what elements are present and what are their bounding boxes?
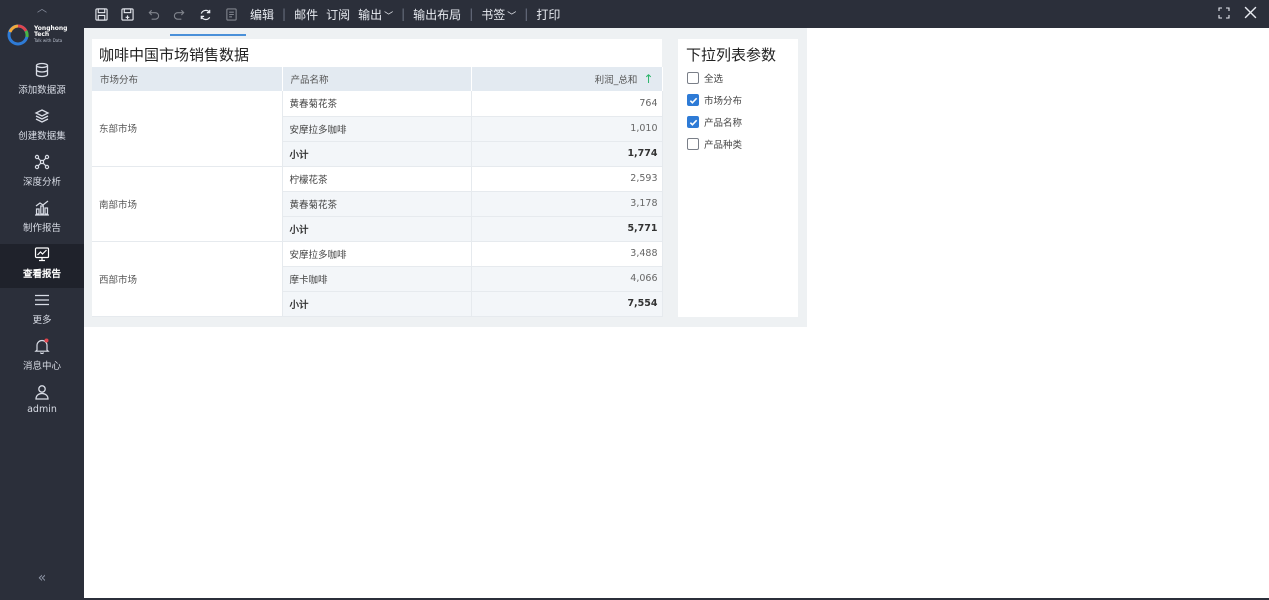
menu-icon [32, 290, 52, 310]
tab-strip [86, 28, 246, 38]
logo-tagline: Talk with Data [34, 37, 63, 43]
column-header-product[interactable]: 产品名称 [282, 67, 472, 91]
sidebar-item-label: 深度分析 [22, 177, 61, 188]
subtotal-label: 小计 [282, 141, 472, 167]
parameter-title: 下拉列表参数 [686, 46, 777, 64]
report-chart-icon [32, 198, 52, 218]
product-cell: 摩卡咖啡 [282, 266, 472, 292]
collapse-sidebar-button[interactable]: « [0, 570, 84, 586]
chevron-down-icon: ﹀ [384, 11, 394, 22]
toolbar: 编辑 | 邮件 订阅 输出 ﹀ | 输出布局 | 书签 ﹀ | 打印 [84, 0, 1269, 28]
option-select-all[interactable]: 全选 [687, 71, 723, 85]
app-root: ︿ Yonghong Tech Talk with Data 添加数据源 创建数… [0, 0, 1269, 600]
table-header-row: 市场分布 产品名称 利润_总和 ↑ [92, 67, 663, 91]
checkbox-checked[interactable] [687, 94, 699, 106]
undo-icon[interactable] [146, 7, 160, 21]
logo-mark-icon [6, 22, 30, 46]
column-header-profit[interactable]: 利润_总和 ↑ [471, 67, 663, 91]
profit-cell: 3,488 [471, 241, 663, 267]
checkbox[interactable] [687, 72, 699, 84]
bookmark-menu[interactable]: 书签 ﹀ [481, 6, 516, 23]
table-title: 咖啡中国市场销售数据 [99, 46, 250, 64]
profit-cell: 2,593 [471, 166, 663, 192]
product-cell: 黄春菊花茶 [282, 191, 472, 217]
market-cell: 南部市场 [92, 166, 283, 242]
user-icon [32, 382, 52, 402]
sidebar-item-deep-analysis[interactable]: 深度分析 [0, 152, 84, 196]
sidebar-item-label: 更多 [32, 315, 52, 326]
option-label: 产品名称 [704, 118, 743, 129]
sidebar-item-label: 添加数据源 [18, 85, 66, 96]
sidebar-item-label: 创建数据集 [18, 131, 66, 142]
sidebar-item-label: 消息中心 [22, 361, 61, 372]
option-category[interactable]: 产品种类 [687, 137, 742, 151]
sidebar-item-view-report[interactable]: 查看报告 [0, 244, 84, 288]
profit-cell: 4,066 [471, 266, 663, 292]
table-card: 咖啡中国市场销售数据 市场分布 产品名称 利润_总和 ↑ 东部市场 黄春菊花茶 7… [92, 39, 663, 317]
sidebar-item-label: admin [27, 404, 57, 415]
profit-cell: 764 [471, 91, 663, 117]
close-icon[interactable] [1244, 6, 1257, 22]
database-icon [32, 60, 52, 80]
save-as-icon[interactable] [120, 7, 134, 21]
subtotal-value: 7,554 [471, 291, 663, 317]
layers-icon [32, 106, 52, 126]
product-cell: 黄春菊花茶 [282, 91, 472, 117]
subscribe-button[interactable]: 订阅 [326, 6, 350, 23]
mail-button[interactable]: 邮件 [294, 6, 318, 23]
table-row: 东部市场 黄春菊花茶 764 [92, 91, 663, 167]
monitor-chart-icon [32, 244, 52, 264]
sales-table: 市场分布 产品名称 利润_总和 ↑ 东部市场 黄春菊花茶 764 安摩拉多咖啡 1… [92, 67, 663, 317]
subtotal-value: 1,774 [471, 141, 663, 167]
export-layout-button[interactable]: 输出布局 [413, 6, 461, 23]
fullscreen-icon[interactable] [1218, 6, 1230, 22]
option-product[interactable]: 产品名称 [687, 115, 742, 129]
product-cell: 柠檬花茶 [282, 166, 472, 192]
sidebar-item-make-report[interactable]: 制作报告 [0, 198, 84, 242]
chevron-up-icon[interactable]: ︿ [0, 0, 84, 15]
parameter-card: 下拉列表参数 全选 市场分布 产品名称 产品种类 [678, 39, 798, 317]
profit-cell: 3,178 [471, 191, 663, 217]
print-button[interactable]: 打印 [536, 6, 560, 23]
sidebar-item-more[interactable]: 更多 [0, 290, 84, 334]
save-icon[interactable] [94, 7, 108, 21]
edit-button[interactable]: 编辑 [250, 6, 274, 23]
sidebar-item-admin[interactable]: admin [0, 382, 84, 426]
sidebar-item-messages[interactable]: 消息中心 [0, 336, 84, 380]
product-cell: 安摩拉多咖啡 [282, 116, 472, 142]
sidebar-item-label: 查看报告 [22, 269, 61, 280]
checkbox-checked[interactable] [687, 116, 699, 128]
logo: Yonghong Tech Talk with Data [6, 20, 78, 48]
chevron-down-icon: ﹀ [507, 11, 517, 22]
option-label: 全选 [704, 74, 724, 85]
bell-icon [32, 336, 52, 356]
sidebar-item-add-datasource[interactable]: 添加数据源 [0, 60, 84, 104]
product-cell: 安摩拉多咖啡 [282, 241, 472, 267]
column-header-market[interactable]: 市场分布 [92, 67, 283, 91]
market-cell: 东部市场 [92, 91, 283, 167]
sidebar-item-label: 制作报告 [22, 223, 61, 234]
sort-ascending-icon[interactable]: ↑ [643, 72, 653, 86]
option-market[interactable]: 市场分布 [687, 93, 742, 107]
document-icon[interactable] [224, 7, 238, 21]
active-tab-indicator [170, 34, 246, 36]
checkbox[interactable] [687, 138, 699, 150]
nodes-icon [32, 152, 52, 172]
option-label: 产品种类 [704, 140, 743, 151]
table-row: 南部市场 柠檬花茶 2,593 [92, 166, 663, 242]
option-label: 市场分布 [704, 96, 743, 107]
refresh-icon[interactable] [198, 7, 212, 21]
sidebar: ︿ Yonghong Tech Talk with Data 添加数据源 创建数… [0, 0, 84, 600]
subtotal-value: 5,771 [471, 216, 663, 242]
subtotal-label: 小计 [282, 291, 472, 317]
logo-name: Yonghong Tech [34, 24, 68, 38]
subtotal-label: 小计 [282, 216, 472, 242]
profit-cell: 1,010 [471, 116, 663, 142]
redo-icon[interactable] [172, 7, 186, 21]
table-row: 西部市场 安摩拉多咖啡 3,488 [92, 241, 663, 317]
market-cell: 西部市场 [92, 241, 283, 317]
sidebar-item-create-dataset[interactable]: 创建数据集 [0, 106, 84, 150]
export-menu[interactable]: 输出 ﹀ [358, 6, 393, 23]
